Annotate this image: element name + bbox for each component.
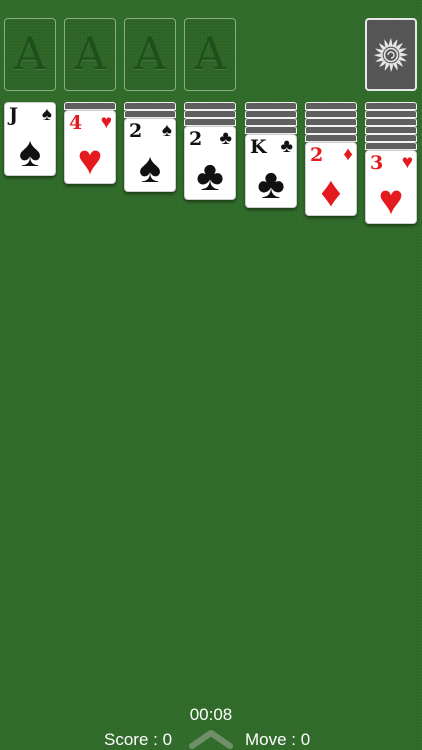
card-rank: K [250, 136, 267, 158]
foundation-slot-3[interactable]: A [124, 18, 176, 91]
facedown-card [365, 102, 417, 110]
card-rank: 2 [129, 120, 143, 142]
card-suit-large: ♥ [378, 176, 404, 223]
foundation-slot-1[interactable]: A [4, 18, 56, 91]
move-counter-label: Move : 0 [245, 730, 311, 749]
card-rank: J [9, 104, 18, 126]
card-suit-small: ♠ [161, 120, 172, 141]
facedown-card [365, 118, 417, 126]
facedown-card [64, 102, 116, 110]
facedown-card [365, 110, 417, 118]
facedown-card [124, 102, 176, 110]
ace-placeholder-label: A [74, 28, 106, 80]
card-suit-small: ♦ [343, 144, 353, 165]
facedown-card [184, 110, 236, 118]
stock-pile[interactable] [365, 18, 417, 91]
card-rank: 3 [370, 152, 384, 174]
tableau-card-2[interactable]: 4 ♥ ♥ [64, 110, 116, 184]
facedown-card [245, 118, 297, 126]
tableau-card-3[interactable]: 2 ♠ ♠ [124, 118, 176, 192]
card-suit-small: ♥ [100, 112, 112, 133]
card-suit-large: ♠ [138, 144, 162, 191]
score-label: Score : 0 [104, 730, 173, 749]
tableau-card-7[interactable]: 3 ♥ ♥ [365, 150, 417, 224]
card-suit-small: ♣ [219, 128, 232, 149]
facedown-card [305, 118, 357, 126]
card-rank: 2 [189, 128, 203, 150]
card-suit-large: ♣ [257, 160, 285, 207]
card-suit-large: ♣ [196, 152, 224, 199]
game-timer: 00:08 [189, 705, 233, 724]
facedown-card [365, 134, 417, 142]
card-suit-large: ♦ [320, 168, 342, 215]
ace-placeholder-label: A [194, 28, 226, 80]
card-suit-small: ♥ [401, 152, 413, 173]
card-suit-large: ♥ [77, 136, 103, 183]
foundation-slot-4[interactable]: A [184, 18, 236, 91]
tableau-card-1[interactable]: J ♠ ♠ [4, 102, 56, 176]
tableau-card-6[interactable]: 2 ♦ ♦ [305, 142, 357, 216]
card-rank: 2 [310, 144, 324, 166]
tableau-card-4[interactable]: 2 ♣ ♣ [184, 126, 236, 200]
facedown-card [365, 126, 417, 134]
card-suit-small: ♠ [41, 104, 52, 125]
card-rank: 4 [69, 112, 83, 134]
tableau-card-5[interactable]: K ♣ ♣ [245, 134, 297, 208]
facedown-card [245, 126, 297, 134]
foundation-slot-2[interactable]: A [64, 18, 116, 91]
facedown-card [305, 126, 357, 134]
facedown-card [305, 102, 357, 110]
ace-placeholder-label: A [14, 28, 46, 80]
facedown-card [245, 102, 297, 110]
card-suit-small: ♣ [280, 136, 293, 157]
facedown-card [184, 102, 236, 110]
ace-placeholder-label: A [134, 28, 166, 80]
facedown-card [124, 110, 176, 118]
facedown-card [365, 142, 417, 150]
facedown-card [184, 118, 236, 126]
facedown-card [245, 110, 297, 118]
chevron-up-icon[interactable] [189, 727, 233, 749]
card-suit-large: ♠ [18, 128, 42, 175]
sun-swirl-icon [374, 37, 408, 72]
facedown-card [305, 134, 357, 142]
facedown-card [305, 110, 357, 118]
